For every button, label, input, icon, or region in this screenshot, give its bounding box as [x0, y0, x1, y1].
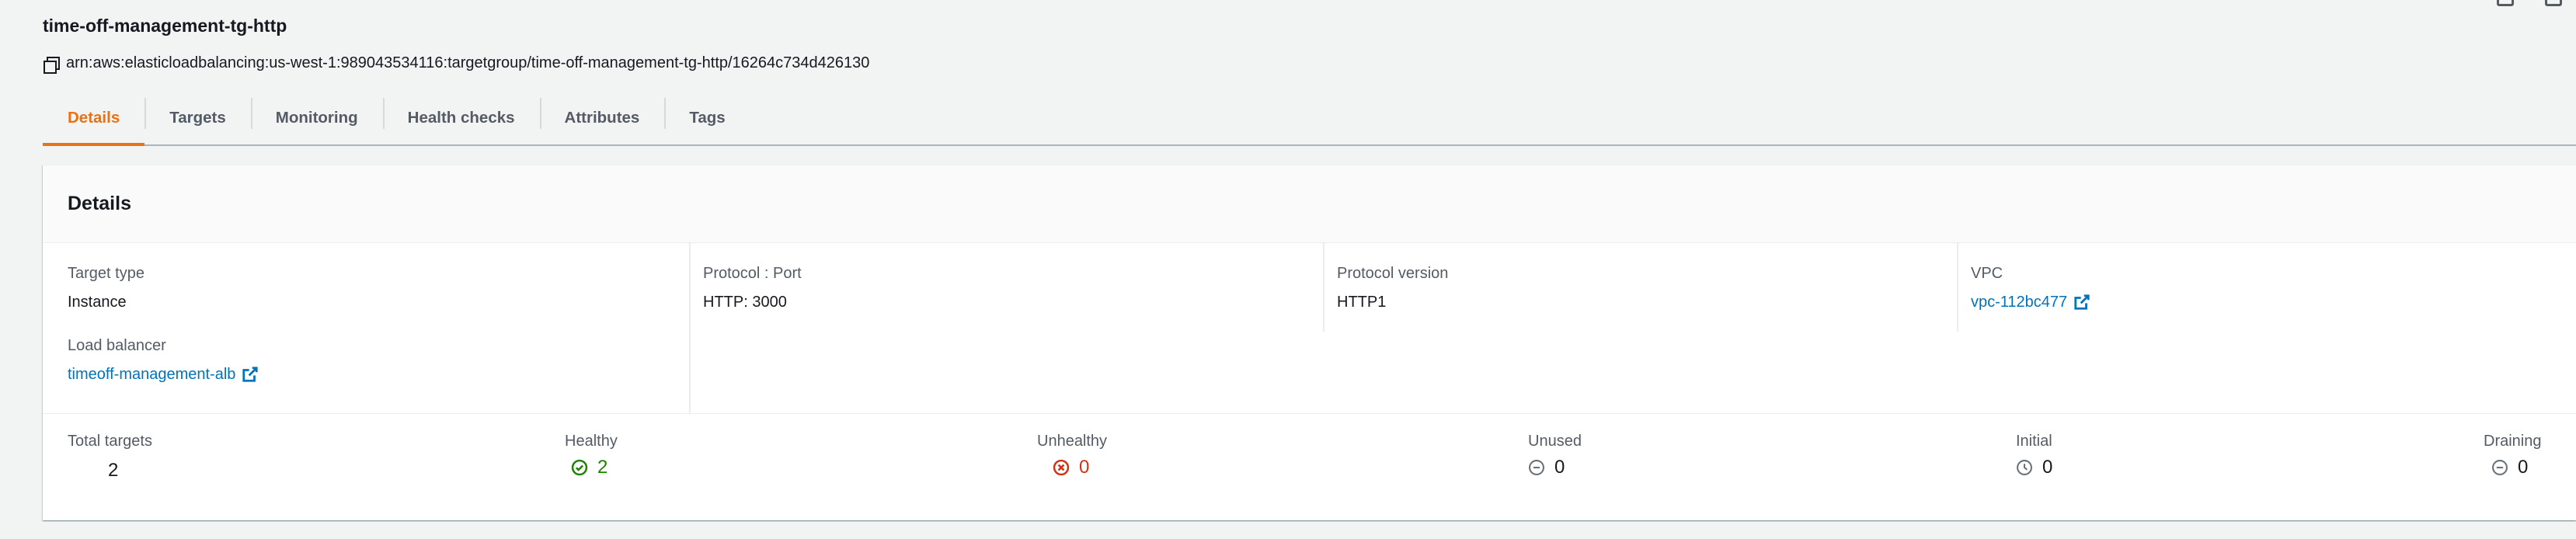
page-title: time-off-management-tg-http — [43, 16, 287, 36]
load-balancer-label: Load balancer — [68, 337, 166, 354]
draining-label: Draining — [2484, 433, 2542, 450]
vpc-link[interactable]: vpc-112bc477 — [1971, 292, 2090, 312]
target-type-field: Target type Instance — [68, 263, 689, 312]
unhealthy-label: Unhealthy — [1037, 433, 1108, 450]
details-column-2: Protocol : Port HTTP: 3000 — [689, 243, 1323, 413]
top-right-controls — [2497, 0, 2562, 6]
protocol-version-label: Protocol version — [1337, 265, 1449, 282]
protocol-version-value: HTTP1 — [1337, 294, 1387, 311]
healthy-label: Healthy — [565, 433, 618, 450]
stat-healthy: Healthy 2 — [565, 431, 618, 478]
unused-value: 0 — [1554, 457, 1565, 478]
minus-circle-icon — [2492, 460, 2508, 475]
load-balancer-link-text: timeoff-management-alb — [68, 366, 236, 383]
copy-icon[interactable] — [43, 56, 60, 74]
external-link-icon — [2074, 294, 2090, 310]
x-circle-icon — [1053, 459, 1070, 476]
details-grid: Target type Instance Load balancer timeo… — [43, 243, 2576, 414]
details-column-3: Protocol version HTTP1 — [1323, 243, 1957, 332]
unused-label: Unused — [1528, 433, 1582, 450]
minus-circle-icon — [1529, 460, 1544, 475]
tab-details[interactable]: Details — [43, 92, 145, 146]
draining-value: 0 — [2518, 457, 2529, 478]
tab-tags[interactable]: Tags — [664, 92, 750, 144]
target-type-value: Instance — [68, 294, 127, 311]
vpc-field: VPC vpc-112bc477 — [1971, 263, 2576, 312]
arn-row: arn:aws:elasticloadbalancing:us-west-1:9… — [43, 54, 870, 74]
load-balancer-field: Load balancer timeoff-management-alb — [68, 336, 689, 384]
target-group-page: time-off-management-tg-http arn:aws:elas… — [0, 0, 2576, 539]
target-stats: Total targets 2 Healthy 2 Unhealthy 0 Un… — [43, 414, 2576, 515]
total-targets-label: Total targets — [68, 433, 152, 450]
initial-value: 0 — [2042, 457, 2053, 478]
stat-unhealthy: Unhealthy 0 — [1037, 431, 1107, 478]
healthy-value: 2 — [597, 457, 608, 478]
clock-icon — [2017, 460, 2032, 475]
tab-health-checks[interactable]: Health checks — [382, 92, 540, 144]
protocol-port-field: Protocol : Port HTTP: 3000 — [703, 263, 1323, 312]
target-type-label: Target type — [68, 265, 144, 282]
tab-attributes[interactable]: Attributes — [539, 92, 665, 144]
details-card: Details Target type Instance Load balanc… — [43, 165, 2576, 520]
details-column-1: Target type Instance Load balancer timeo… — [68, 243, 689, 413]
load-balancer-link[interactable]: timeoff-management-alb — [68, 364, 259, 384]
vpc-label: VPC — [1971, 265, 2003, 282]
details-column-4: VPC vpc-112bc477 — [1957, 243, 2576, 332]
initial-label: Initial — [2016, 433, 2052, 450]
external-link-icon — [242, 367, 259, 382]
window-control-icon[interactable] — [2545, 0, 2562, 6]
tab-bar: Details Targets Monitoring Health checks… — [43, 92, 2576, 146]
tab-monitoring[interactable]: Monitoring — [250, 92, 383, 144]
details-header: Details — [43, 165, 2576, 243]
stat-initial: Initial 0 — [2016, 431, 2052, 478]
tab-targets[interactable]: Targets — [144, 92, 251, 144]
unhealthy-value: 0 — [1079, 457, 1090, 478]
stat-total-targets: Total targets 2 — [68, 431, 152, 481]
arn-text: arn:aws:elasticloadbalancing:us-west-1:9… — [66, 54, 870, 71]
stat-draining: Draining 0 — [2484, 431, 2541, 478]
check-circle-icon — [571, 459, 588, 476]
vpc-link-text: vpc-112bc477 — [1971, 294, 2068, 311]
protocol-version-field: Protocol version HTTP1 — [1337, 263, 1957, 312]
stat-unused: Unused 0 — [1528, 431, 1582, 478]
total-targets-value: 2 — [108, 460, 119, 481]
protocol-port-label: Protocol : Port — [703, 265, 802, 282]
protocol-port-value: HTTP: 3000 — [703, 294, 787, 311]
window-control-icon[interactable] — [2497, 0, 2514, 6]
